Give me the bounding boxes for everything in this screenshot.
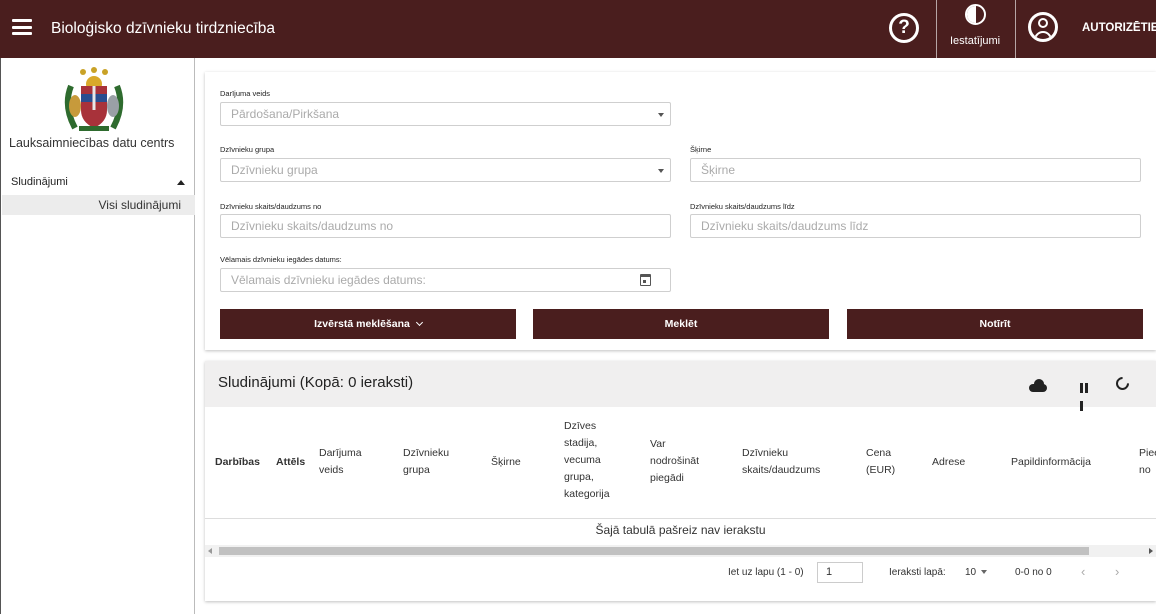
- column-header-price[interactable]: Cena (EUR): [866, 445, 895, 479]
- deal-type-label: Darījuma veids: [220, 89, 271, 98]
- chevron-down-icon: [415, 318, 423, 327]
- per-page-select[interactable]: 10: [965, 567, 988, 578]
- column-header-delivery[interactable]: Var nodrošināt piegādi: [650, 436, 699, 487]
- settings-label: Iestatījumi: [950, 35, 1001, 47]
- column-header-additional[interactable]: Papildinformācija: [1011, 454, 1091, 471]
- account-icon[interactable]: [1028, 12, 1058, 42]
- search-button[interactable]: Meklēt: [533, 309, 829, 339]
- contrast-icon: [965, 4, 986, 25]
- count-to-input[interactable]: Dzīvnieku skaits/daudzums līdz: [690, 214, 1141, 238]
- breed-label: Šķirne: [690, 145, 712, 154]
- count-to-placeholder: Dzīvnieku skaits/daudzums līdz: [701, 219, 869, 233]
- columns-icon[interactable]: [1080, 380, 1092, 411]
- help-icon[interactable]: ?: [889, 13, 919, 43]
- column-header-image[interactable]: Attēls: [276, 454, 305, 471]
- caret-up-icon: [177, 180, 185, 185]
- deal-type-select[interactable]: Pārdošana/Pirkšana: [220, 102, 671, 126]
- header-divider: [1015, 0, 1016, 58]
- count-from-label: Dzīvnieku skaits/daudzums no: [220, 202, 322, 211]
- next-page-button[interactable]: ›: [1115, 564, 1119, 579]
- per-page-label: Ieraksti lapā:: [889, 567, 946, 578]
- count-from-placeholder: Dzīvnieku skaits/daudzums no: [231, 219, 394, 233]
- calendar-icon[interactable]: [640, 274, 651, 286]
- chevron-down-icon: [658, 113, 664, 117]
- date-placeholder: Vēlamais dzīvnieku iegādes datums:: [231, 273, 426, 287]
- column-header-animal-group[interactable]: Dzīvnieku grupa: [403, 445, 449, 479]
- scroll-right-icon[interactable]: [1149, 548, 1153, 554]
- column-header-stage[interactable]: Dzīves stadija, vecuma grupa, kategorija: [564, 418, 610, 503]
- sidebar-group-label: Sludinājumi: [11, 176, 68, 188]
- column-header-deal-type[interactable]: Darījuma veids: [319, 445, 362, 479]
- scroll-left-icon[interactable]: [208, 548, 212, 554]
- app-header: Bioloģisko dzīvnieku tirdzniecība ? Iest…: [0, 0, 1156, 58]
- advanced-search-button[interactable]: Izvērstā meklēšana: [220, 309, 516, 339]
- results-header: Sludinājumi (Kopā: 0 ieraksti): [205, 361, 1156, 411]
- filter-panel: Darījuma veids Pārdošana/Pirkšana Dzīvni…: [205, 72, 1156, 350]
- count-to-label: Dzīvnieku skaits/daudzums līdz: [690, 202, 795, 211]
- clear-button[interactable]: Notīrīt: [847, 309, 1143, 339]
- results-title: Sludinājumi (Kopā: 0 ieraksti): [218, 374, 414, 391]
- settings-button[interactable]: Iestatījumi: [944, 2, 1016, 56]
- header-divider: [936, 0, 937, 58]
- refresh-icon[interactable]: [1113, 374, 1132, 393]
- scrollbar-thumb[interactable]: [219, 547, 1089, 555]
- login-button[interactable]: AUTORIZĒTIES: [1082, 22, 1156, 34]
- animal-group-select[interactable]: Dzīvnieku grupa: [220, 158, 671, 182]
- column-header-available[interactable]: Pieej no: [1139, 445, 1156, 479]
- advanced-search-label: Izvērstā meklēšana: [314, 318, 410, 330]
- count-from-input[interactable]: Dzīvnieku skaits/daudzums no: [220, 214, 671, 238]
- coat-of-arms-logo: [64, 67, 124, 131]
- goto-page-input[interactable]: 1: [817, 562, 863, 583]
- org-name: Lauksaimniecības datu centrs: [9, 136, 175, 150]
- sidebar-group-listings[interactable]: Sludinājumi: [11, 176, 187, 188]
- deal-type-value: Pārdošana/Pirkšana: [231, 107, 340, 121]
- column-header-breed[interactable]: Šķirne: [491, 454, 521, 471]
- column-header-address[interactable]: Adrese: [932, 454, 965, 471]
- animal-group-placeholder: Dzīvnieku grupa: [231, 163, 318, 177]
- breed-placeholder: Šķirne: [701, 163, 736, 177]
- chevron-down-icon: [981, 570, 988, 574]
- table-divider: [205, 518, 1156, 519]
- empty-table-message: Šajā tabulā pašreiz nav ierakstu: [595, 523, 766, 537]
- menu-icon[interactable]: [12, 19, 32, 35]
- column-header-actions[interactable]: Darbības: [215, 454, 260, 471]
- animal-group-label: Dzīvnieku grupa: [220, 145, 275, 154]
- goto-page-label: Iet uz lapu (1 - 0): [728, 567, 804, 578]
- chevron-down-icon: [658, 169, 664, 173]
- sidebar: Lauksaimniecības datu centrs Sludinājumi…: [0, 58, 195, 614]
- date-input[interactable]: Vēlamais dzīvnieku iegādes datums:: [220, 268, 671, 292]
- date-label: Vēlamais dzīvnieku iegādes datums:: [220, 255, 342, 264]
- sidebar-item-all-listings[interactable]: Visi sludinājumi: [2, 195, 195, 215]
- page-range: 0-0 no 0: [1015, 567, 1052, 578]
- breed-input[interactable]: Šķirne: [690, 158, 1141, 182]
- prev-page-button[interactable]: ‹: [1081, 564, 1085, 579]
- column-header-count[interactable]: Dzīvnieku skaits/daudzums: [742, 445, 820, 479]
- app-title: Bioloģisko dzīvnieku tirdzniecība: [51, 20, 276, 37]
- horizontal-scrollbar[interactable]: [205, 545, 1156, 557]
- cloud-download-icon[interactable]: [1029, 379, 1047, 392]
- results-panel: Sludinājumi (Kopā: 0 ieraksti) Darbības …: [205, 361, 1156, 601]
